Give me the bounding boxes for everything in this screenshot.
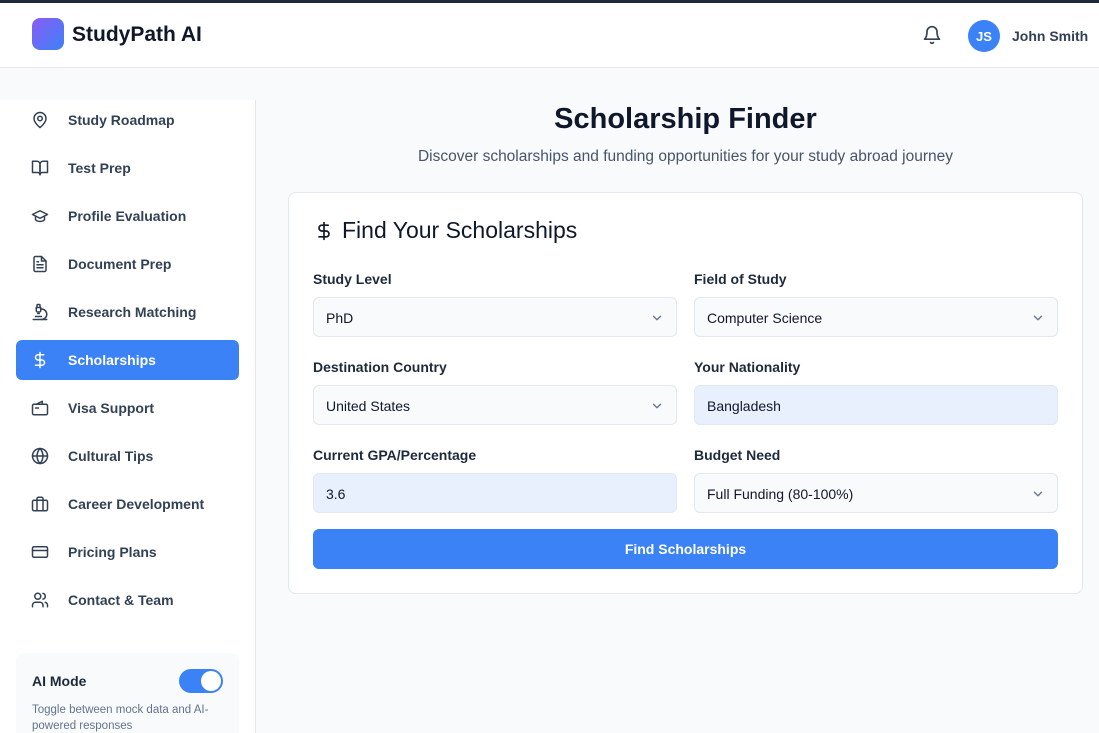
sidebar-item-test-prep[interactable]: Test Prep xyxy=(16,148,239,188)
gpa-value: 3.6 xyxy=(326,486,346,502)
sidebar-item-profile-evaluation[interactable]: Profile Evaluation xyxy=(16,196,239,236)
user-name[interactable]: John Smith xyxy=(1012,28,1088,44)
book-open-icon xyxy=(31,160,49,176)
sidebar-item-label: Profile Evaluation xyxy=(68,208,187,224)
ai-mode-title: AI Mode xyxy=(32,673,87,689)
ai-mode-toggle[interactable] xyxy=(179,669,223,693)
nationality-input[interactable]: Bangladesh xyxy=(694,385,1058,425)
file-text-icon xyxy=(33,255,47,273)
ai-mode-panel: AI Mode Toggle between mock data and AI-… xyxy=(16,653,239,733)
destination-country-select[interactable]: United States xyxy=(313,385,677,425)
sidebar-item-study-roadmap[interactable]: Study Roadmap xyxy=(16,100,239,140)
chevron-down-icon xyxy=(652,315,662,321)
sidebar-item-label: Contact & Team xyxy=(68,592,174,608)
sidebar-item-label: Study Roadmap xyxy=(68,112,175,128)
gpa-input[interactable]: 3.6 xyxy=(313,473,677,513)
chevron-down-icon xyxy=(1033,491,1043,497)
chevron-down-icon xyxy=(1033,315,1043,321)
sidebar-item-label: Career Development xyxy=(68,496,205,512)
sidebar-item-contact-team[interactable]: Contact & Team xyxy=(16,580,239,620)
map-pin-icon xyxy=(33,111,47,129)
budget-need-value: Full Funding (80-100%) xyxy=(707,486,854,502)
find-scholarships-button[interactable]: Find Scholarships xyxy=(313,529,1058,569)
brand-name: StudyPath AI xyxy=(72,23,202,46)
briefcase-icon xyxy=(31,496,49,512)
sidebar-item-document-prep[interactable]: Document Prep xyxy=(16,244,239,284)
user-avatar[interactable]: JS xyxy=(968,20,1000,52)
study-level-label: Study Level xyxy=(313,271,392,287)
toggle-knob xyxy=(201,671,221,691)
sidebar-item-label: Research Matching xyxy=(68,304,197,320)
page-subtitle: Discover scholarships and funding opport… xyxy=(417,148,954,165)
page-title: Scholarship Finder xyxy=(554,103,817,135)
study-level-value: PhD xyxy=(326,310,354,326)
sidebar-item-scholarships[interactable]: Scholarships xyxy=(16,340,239,380)
study-level-select[interactable]: PhD xyxy=(313,297,677,337)
graduation-cap-icon xyxy=(31,210,49,223)
gpa-label: Current GPA/Percentage xyxy=(313,447,477,463)
destination-country-value: United States xyxy=(326,398,411,414)
sidebar-item-label: Scholarships xyxy=(68,352,156,368)
credit-card-icon xyxy=(31,546,49,558)
sidebar-item-label: Visa Support xyxy=(68,400,155,416)
budget-need-select[interactable]: Full Funding (80-100%) xyxy=(694,473,1058,513)
sidebar-item-research-matching[interactable]: Research Matching xyxy=(16,292,239,332)
card-title: Find Your Scholarships xyxy=(342,217,578,243)
chevron-down-icon xyxy=(652,403,662,409)
dollar-icon xyxy=(318,221,330,241)
field-of-study-value: Computer Science xyxy=(707,310,823,326)
bell-icon[interactable] xyxy=(922,25,942,45)
budget-need-label: Budget Need xyxy=(694,447,781,463)
nationality-label: Your Nationality xyxy=(694,359,801,375)
ai-mode-description: Toggle between mock data and AI-powered … xyxy=(32,704,209,732)
destination-country-label: Destination Country xyxy=(313,359,447,375)
sidebar-item-label: Pricing Plans xyxy=(68,544,157,560)
nationality-value: Bangladesh xyxy=(707,398,781,414)
sidebar-item-visa-support[interactable]: Visa Support xyxy=(16,388,239,428)
field-of-study-select[interactable]: Computer Science xyxy=(694,297,1058,337)
logo-icon xyxy=(32,18,64,50)
app-header: StudyPath AI JS John Smith xyxy=(0,3,1099,68)
sidebar-item-career-development[interactable]: Career Development xyxy=(16,484,239,524)
sidebar-item-pricing-plans[interactable]: Pricing Plans xyxy=(16,532,239,572)
scholarship-search-card: Find Your Scholarships Study Level PhD F… xyxy=(288,192,1083,594)
sidebar: Study Roadmap Test Prep Profile Evaluati… xyxy=(0,100,256,733)
sidebar-item-label: Document Prep xyxy=(68,256,172,272)
dollar-icon xyxy=(34,351,46,369)
globe-icon xyxy=(31,447,49,465)
sidebar-item-cultural-tips[interactable]: Cultural Tips xyxy=(16,436,239,476)
field-of-study-label: Field of Study xyxy=(694,271,787,287)
passport-icon xyxy=(31,400,49,416)
sidebar-item-label: Test Prep xyxy=(68,160,131,176)
users-icon xyxy=(31,592,49,608)
sidebar-item-label: Cultural Tips xyxy=(68,448,154,464)
microscope-icon xyxy=(32,303,48,321)
